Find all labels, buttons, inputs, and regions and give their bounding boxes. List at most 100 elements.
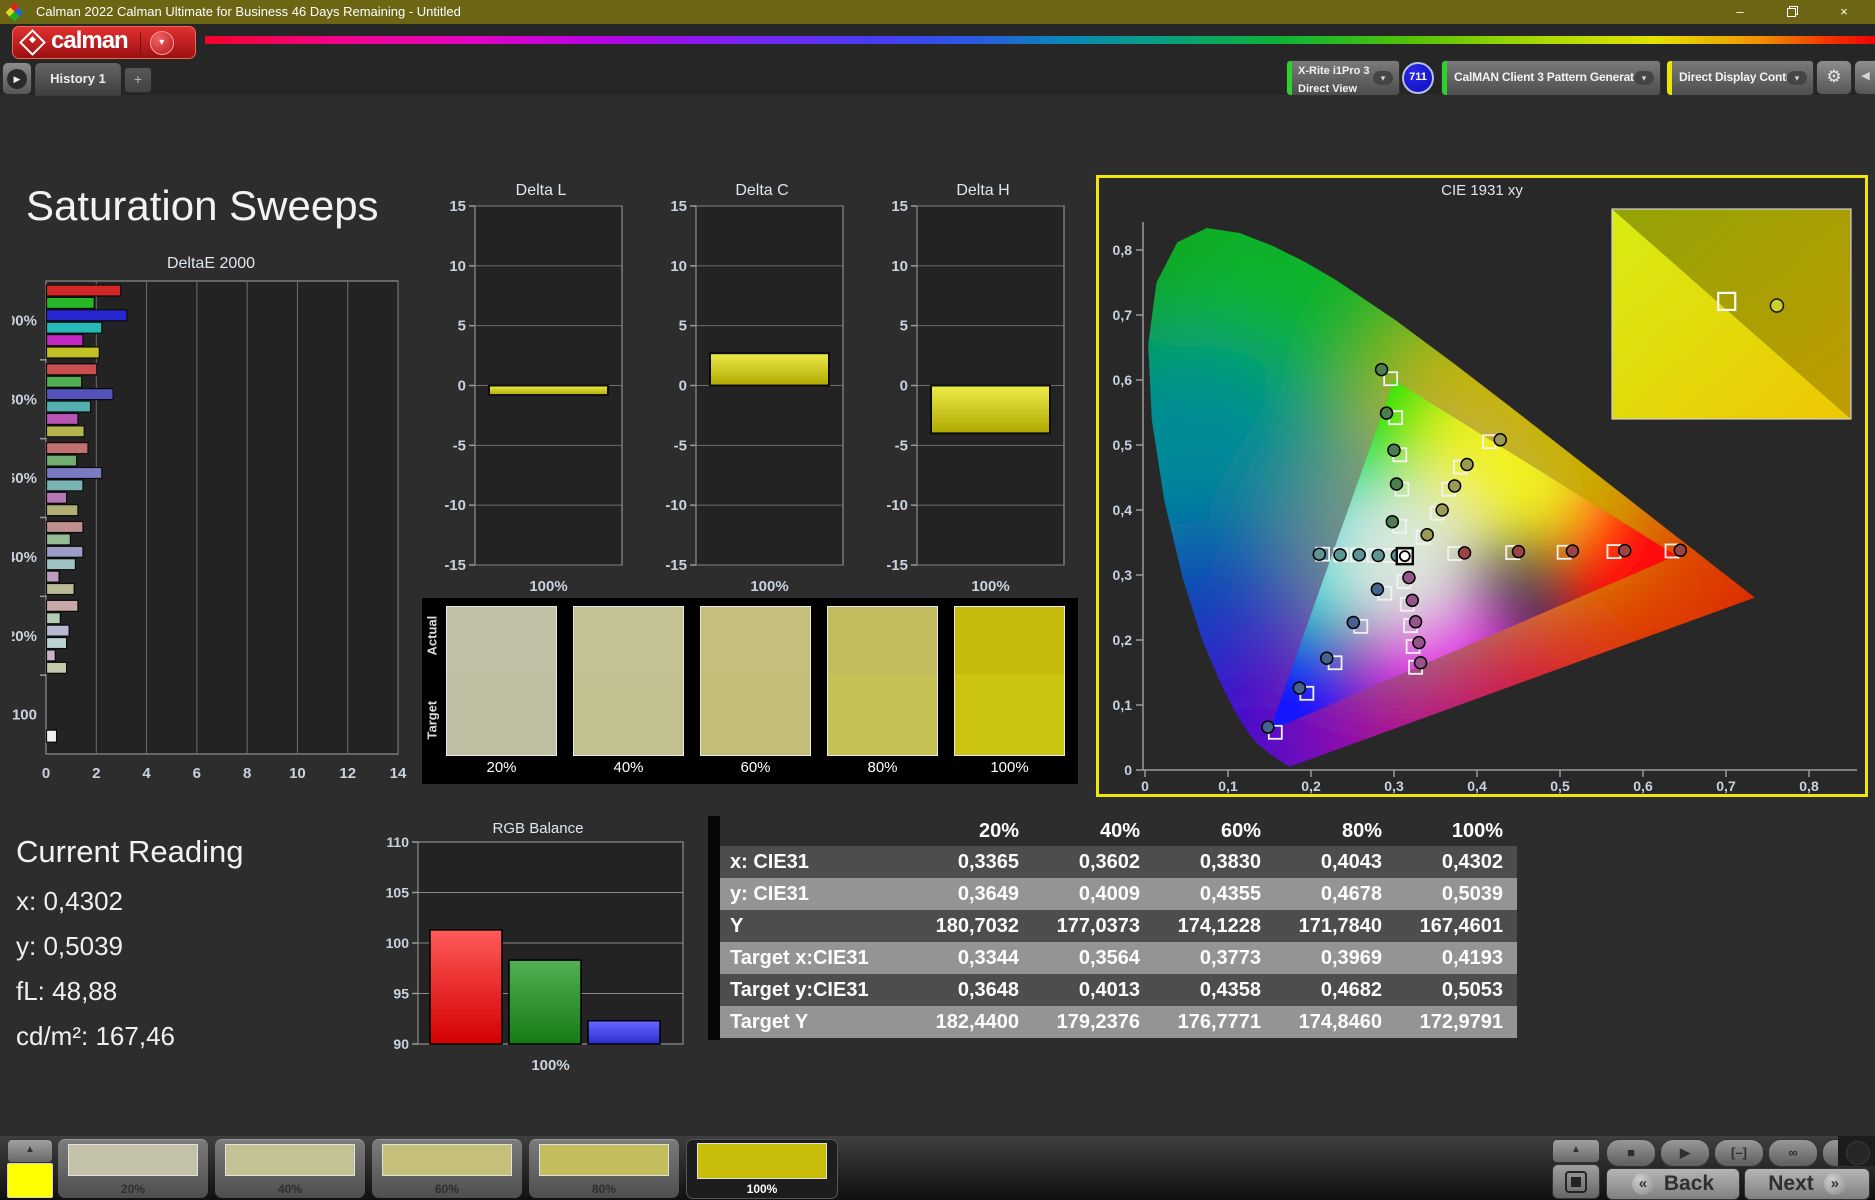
svg-text:0,2: 0,2 — [1113, 632, 1133, 648]
table-row: Target x:CIE31 0,3344 0,3564 0,3773 0,3969 0,… — [720, 942, 1517, 974]
svg-text:-15: -15 — [886, 557, 908, 574]
arrow-right-icon: ▶ — [7, 68, 27, 89]
svg-text:4: 4 — [142, 765, 151, 782]
column-header: 80% — [1341, 819, 1382, 842]
svg-text:90: 90 — [393, 1036, 409, 1052]
column-header: 20% — [978, 819, 1019, 842]
actual-target-swatch: 20% — [446, 606, 557, 778]
meter-status-accent — [1287, 61, 1292, 95]
swatch-percent-label: 20% — [486, 759, 517, 776]
brand-name: calman — [51, 27, 129, 54]
pattern-swatch-20%[interactable]: 20% — [58, 1139, 208, 1198]
pattern-generator-name: CalMAN Client 3 Pattern Generator — [1454, 70, 1634, 84]
cie-1931-panel[interactable]: CIE 1931 xy 0 0,1 0,2 0,3 0,4 0,5 0,6 0,7 0,8 0 0,… — [1096, 175, 1868, 797]
tab-scroll-button[interactable]: ▶ — [2, 62, 32, 95]
deltae-chart-title: DeltaE 2000 — [166, 255, 256, 272]
logo-divider — [139, 31, 141, 54]
svg-text:0: 0 — [679, 378, 687, 395]
svg-text:0,5: 0,5 — [1113, 437, 1133, 453]
svg-text:0,1: 0,1 — [1113, 697, 1133, 713]
delta-c-chart[interactable]: -15 -10 -5 0 5 10 15 100% — [662, 200, 862, 600]
meter-select[interactable]: X-Rite i1Pro 3 Direct View ▾ — [1286, 60, 1400, 96]
actual-target-swatch: 60% — [700, 606, 811, 778]
svg-text:12: 12 — [339, 765, 356, 782]
table-header-row: 20% 40% 60% 80% 100% — [720, 816, 1517, 846]
spectrum-bar — [205, 36, 1875, 44]
svg-text:5: 5 — [679, 318, 687, 335]
svg-text:10: 10 — [891, 258, 908, 275]
stop-button[interactable]: ■ — [1606, 1139, 1656, 1167]
pattern-swatch-60%[interactable]: 60% — [372, 1139, 522, 1198]
delta-l-chart[interactable]: -15 -10 -5 0 5 10 15 100% — [441, 200, 641, 600]
next-arrow-icon: » — [1823, 1173, 1846, 1195]
pattern-swatch-40%[interactable]: 40% — [215, 1139, 365, 1198]
svg-text:0,3: 0,3 — [1384, 778, 1404, 794]
svg-text:0: 0 — [1141, 778, 1149, 794]
svg-text:15: 15 — [449, 200, 466, 215]
svg-text:-10: -10 — [886, 497, 908, 514]
display-control-select[interactable]: Direct Display Control ▾ — [1666, 60, 1814, 96]
svg-text:-10: -10 — [665, 497, 687, 514]
restore-icon — [1786, 6, 1798, 17]
svg-text:0: 0 — [900, 378, 908, 395]
swatch-percent-label: 40% — [613, 759, 644, 776]
logo-dropdown-button[interactable]: ▾ — [149, 30, 174, 55]
meter-count-badge[interactable]: 711 — [1402, 62, 1434, 94]
minimize-button[interactable]: – — [1715, 0, 1765, 24]
table-edge-strip — [708, 816, 720, 1040]
close-button[interactable]: × — [1819, 0, 1869, 24]
add-tab-button[interactable]: + — [124, 67, 152, 93]
restore-button[interactable] — [1767, 0, 1817, 24]
delta-c-title: Delta C — [735, 182, 789, 199]
toolbar-row: ▶ History 1 + X-Rite i1Pro 3 Direct View… — [0, 60, 1875, 96]
svg-text:0: 0 — [1124, 762, 1132, 778]
pattern-swatch-100%[interactable]: 100% — [686, 1139, 838, 1199]
pattern-generator-select[interactable]: CalMAN Client 3 Pattern Generator ▾ — [1441, 60, 1661, 96]
actual-target-swatch: 100% — [954, 606, 1065, 778]
collapse-panel-button[interactable]: ◀ — [1854, 60, 1875, 95]
svg-text:0,6: 0,6 — [1633, 778, 1653, 794]
tab-history-1[interactable]: History 1 — [34, 62, 122, 96]
svg-text:0,7: 0,7 — [1716, 778, 1736, 794]
svg-text:10: 10 — [289, 765, 306, 782]
target-row-label: Target — [424, 700, 440, 740]
back-button[interactable]: « Back — [1606, 1168, 1740, 1200]
chevron-down-icon: ▾ — [1634, 71, 1654, 85]
svg-text:100%: 100% — [971, 578, 1009, 595]
svg-text:-5: -5 — [895, 437, 908, 454]
svg-text:0: 0 — [42, 765, 50, 782]
delta-h-chart[interactable]: -15 -10 -5 0 5 10 15 100% — [883, 200, 1083, 600]
rgb-balance-chart[interactable]: 90 95 100 105 110 100% — [378, 836, 698, 1071]
svg-text:0: 0 — [458, 378, 466, 395]
actual-target-swatch: 80% — [827, 606, 938, 778]
table-row: Target Y 182,4400 179,2376 176,7771 174,8460… — [720, 1006, 1517, 1038]
pattern-swatch-80%[interactable]: 80% — [529, 1139, 679, 1198]
svg-text:10: 10 — [449, 258, 466, 275]
stop-measure-button[interactable] — [1552, 1164, 1600, 1199]
settings-button[interactable]: ⚙ — [1816, 60, 1852, 95]
svg-text:-5: -5 — [674, 437, 687, 454]
column-header: 40% — [1099, 819, 1140, 842]
meter-name: X-Rite i1Pro 3 — [1298, 65, 1370, 77]
svg-text:0,8: 0,8 — [1113, 242, 1133, 258]
svg-text:0,2: 0,2 — [1301, 778, 1321, 794]
svg-text:0,5: 0,5 — [1550, 778, 1570, 794]
meter-mode: Direct View — [1298, 83, 1358, 95]
continuous-measure-button[interactable]: ∞ — [1768, 1139, 1818, 1167]
deltae-2000-chart[interactable]: 0 2 4 6 8 10 12 14 100% 80% 60% 40% 20% 100 — [12, 275, 410, 790]
title-bar: Calman 2022 Calman Ultimate for Business… — [0, 0, 1875, 24]
svg-text:-15: -15 — [665, 557, 687, 574]
svg-text:0,3: 0,3 — [1113, 567, 1133, 583]
svg-text:100%: 100% — [529, 578, 567, 595]
play-button[interactable]: ▶ — [1660, 1139, 1710, 1167]
expand-controls-button[interactable]: ▲ — [1552, 1139, 1600, 1163]
svg-text:100: 100 — [386, 935, 410, 951]
next-button[interactable]: Next » — [1744, 1168, 1870, 1200]
svg-text:0,1: 0,1 — [1218, 778, 1238, 794]
expand-swatches-button[interactable]: ▲ — [7, 1139, 53, 1163]
svg-text:100%: 100% — [750, 578, 788, 595]
gear-icon: ⚙ — [1826, 67, 1842, 86]
calman-logo-button[interactable]: calman ▾ — [12, 26, 196, 59]
single-measure-button[interactable]: [–] — [1714, 1139, 1764, 1167]
swatch-percent-label: 80% — [867, 759, 898, 776]
